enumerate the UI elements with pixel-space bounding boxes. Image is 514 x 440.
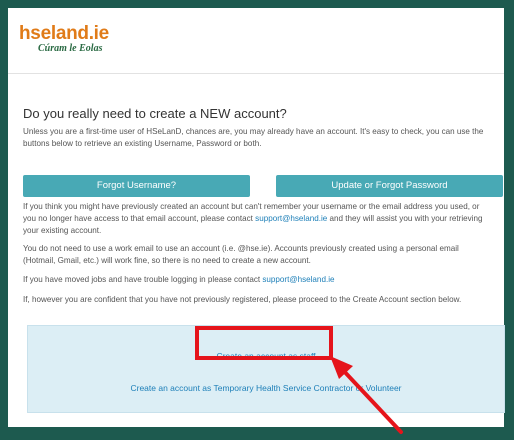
logo-wordmark: hseland.ie: [19, 23, 109, 44]
support-email-link-2[interactable]: support@hseland.ie: [262, 275, 334, 284]
work-email-text: You do not need to use a work email to u…: [23, 244, 459, 265]
annotation-highlight-box: [195, 326, 333, 360]
content-card: hseland.ie Cúram le Eolas Do you really …: [8, 8, 505, 427]
moved-jobs-text: If you have moved jobs and have trouble …: [23, 274, 493, 286]
logo-tagline: Cúram le Eolas: [38, 43, 103, 54]
page-frame: hseland.ie Cúram le Eolas Do you really …: [0, 0, 514, 440]
proceed-text: If, however you are confident that you h…: [23, 295, 462, 304]
page-heading: Do you really need to create a NEW accou…: [23, 106, 287, 121]
moved-text-before: If you have moved jobs and have trouble …: [23, 275, 263, 284]
hseland-logo[interactable]: hseland.ie Cúram le Eolas: [19, 24, 109, 54]
contact-support-text: If you think you might have previously c…: [23, 201, 493, 237]
forgot-username-button[interactable]: Forgot Username?: [23, 175, 250, 197]
support-email-link[interactable]: support@hseland.ie: [255, 214, 327, 223]
header-divider: [8, 73, 504, 74]
intro-text: Unless you are a first-time user of HSeL…: [23, 127, 484, 148]
forgot-password-button[interactable]: Update or Forgot Password: [276, 175, 503, 197]
create-account-temporary-link[interactable]: Create an account as Temporary Health Se…: [28, 383, 504, 393]
